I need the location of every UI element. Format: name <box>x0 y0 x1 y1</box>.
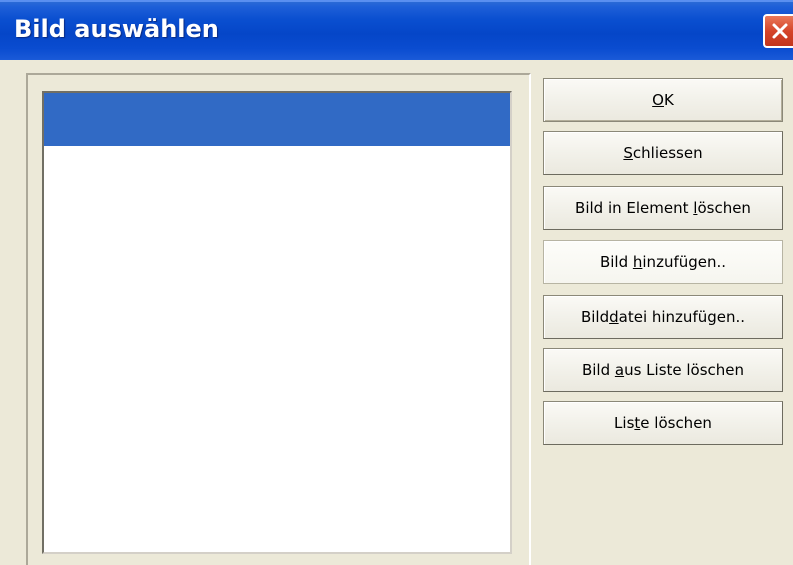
add-image-label-post: inzufügen.. <box>642 253 727 271</box>
add-image-mnemonic: h <box>632 253 643 271</box>
window-title: Bild auswählen <box>14 15 219 43</box>
add-image-label-pre: Bild <box>599 253 633 271</box>
delete-from-list-label-post: us Liste löschen <box>624 361 745 379</box>
clear-list-button[interactable]: Liste löschen <box>543 401 783 445</box>
ok-button[interactable]: OK <box>543 78 783 122</box>
delete-image-in-element-button[interactable]: Bild in Element löschen <box>543 186 783 230</box>
add-image-file-label-post: atei hinzufügen.. <box>618 308 746 326</box>
close-icon <box>772 23 788 39</box>
delete-image-from-list-button[interactable]: Bild aus Liste löschen <box>543 348 783 392</box>
ok-button-mnemonic: O <box>652 91 664 109</box>
ok-button-label-post: K <box>663 91 674 109</box>
dialog-window: Bild auswählen OK Schliessen Bild in Ele… <box>0 0 793 565</box>
clear-list-label-post: e löschen <box>640 414 712 432</box>
clear-list-label-pre: Lis <box>614 414 635 432</box>
add-image-file-button[interactable]: Bilddatei hinzufügen.. <box>543 295 783 339</box>
close-button-label-post: chliessen <box>632 144 703 162</box>
add-image-file-label-pre: Bild <box>580 308 610 326</box>
delete-from-list-label-pre: Bild <box>581 361 615 379</box>
add-image-file-mnemonic: d <box>609 308 619 326</box>
add-image-button[interactable]: Bild hinzufügen.. <box>543 240 783 284</box>
delete-in-element-label-pre: Bild in Element <box>575 199 694 217</box>
close-window-button[interactable] <box>763 14 793 48</box>
image-listbox[interactable] <box>42 91 512 554</box>
close-button-mnemonic: S <box>623 144 633 162</box>
delete-from-list-mnemonic: a <box>614 361 625 379</box>
delete-in-element-label-post: öschen <box>697 199 751 217</box>
close-button[interactable]: Schliessen <box>543 131 783 175</box>
title-bar[interactable]: Bild auswählen <box>0 0 793 60</box>
list-item[interactable] <box>44 93 510 146</box>
image-list-panel <box>26 73 531 565</box>
